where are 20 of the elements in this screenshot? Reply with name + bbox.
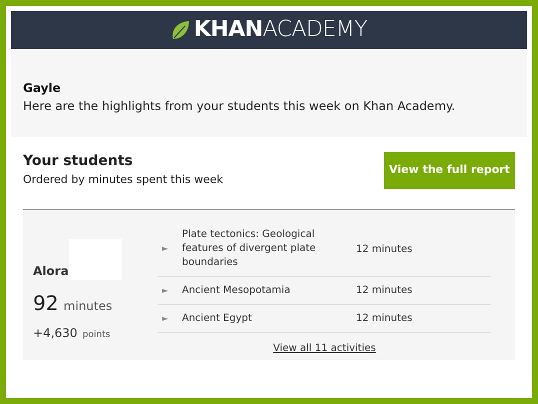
leaf-icon xyxy=(170,20,190,40)
activity-title: Ancient Egypt xyxy=(182,312,253,326)
activity-time: 12 minutes xyxy=(356,284,412,298)
expand-arrow-icon[interactable]: ► xyxy=(158,284,182,296)
greeting-name: Gayle xyxy=(23,80,62,97)
view-report-button[interactable]: View the full report xyxy=(384,152,515,189)
greeting-message: Here are the highlights from your students this week on Khan Academy. xyxy=(23,98,456,115)
points-total: +4,630 points xyxy=(33,325,112,342)
view-all-link[interactable]: View all 11 activities xyxy=(273,341,376,356)
expand-arrow-icon[interactable]: ► xyxy=(158,312,182,324)
activity-time: 12 minutes xyxy=(356,242,412,256)
minutes-total: 92 minutes xyxy=(33,290,114,317)
expand-arrow-icon[interactable]: ► xyxy=(158,243,182,255)
activity-title: Plate tectonics: Geological features of divergent plate boundaries xyxy=(182,228,317,270)
activity-title: Ancient Mesopotamia xyxy=(182,284,292,298)
student-name: Alora xyxy=(33,263,69,280)
section-subtitle: Ordered by minutes spent this week xyxy=(23,172,224,188)
logo-text: KHANACADEMY xyxy=(194,19,368,41)
section-title: Your students xyxy=(23,152,134,171)
activity-time: 12 minutes xyxy=(356,312,412,326)
